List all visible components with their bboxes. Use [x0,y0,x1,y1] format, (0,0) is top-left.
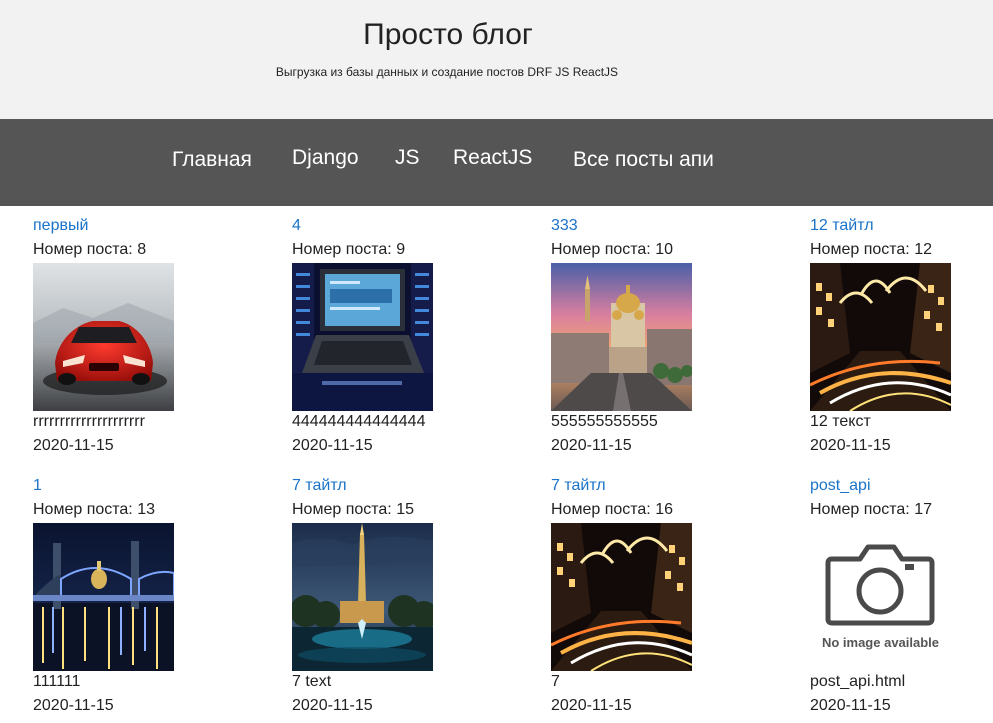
post-title-link[interactable]: 333 [551,217,578,235]
post-title-link[interactable]: 7 тайтл [551,477,606,495]
post-title-link[interactable]: 7 тайтл [292,477,347,495]
post-text: 555555555555 [551,413,658,430]
no-image-label: No image available [821,635,940,650]
post-date: 2020-11-15 [810,437,891,454]
nav-link-all-posts-api[interactable]: Все посты апи [573,148,714,172]
post-number: Номер поста: 8 [33,241,147,258]
nav-link-js[interactable]: JS [395,146,420,170]
post-text: 444444444444444 [292,413,426,430]
post-number: Номер поста: 15 [292,501,414,518]
site-subtitle: Выгрузка из базы данных и создание посто… [275,65,619,79]
main-navbar: Главная Django JS ReactJS Все посты апи [0,119,993,206]
post-title-link[interactable]: 4 [292,217,301,235]
post-date: 2020-11-15 [292,697,373,714]
post-date: 2020-11-15 [810,697,891,714]
post-title-link[interactable]: post_api [810,477,871,495]
post-text: post_api.html [810,673,906,690]
post-date: 2020-11-15 [33,437,114,454]
post-number: Номер поста: 16 [551,501,673,518]
post-image-red-sports-car [33,263,174,411]
post-number: Номер поста: 13 [33,501,155,518]
post-image-placeholder: No image available [810,523,951,671]
post-date: 2020-11-15 [551,437,632,454]
post-text: 7 text [292,673,332,690]
post-date: 2020-11-15 [551,697,632,714]
post-text: 111111 [33,673,81,690]
post-number: Номер поста: 17 [810,501,932,518]
post-date: 2020-11-15 [292,437,373,454]
nav-link-reactjs[interactable]: ReactJS [453,146,532,170]
post-image-night-bridge [33,523,174,671]
site-header: Просто блог Выгрузка из базы данных и со… [0,0,993,119]
post-number: Номер поста: 12 [810,241,932,258]
post-image-night-street-lights [551,523,692,671]
post-image-night-street-lights [810,263,951,411]
post-text: rrrrrrrrrrrrrrrrrrrrr [33,413,145,430]
post-image-spire-fountain-dusk [292,523,433,671]
post-title-link[interactable]: первый [33,217,88,235]
post-number: Номер поста: 10 [551,241,673,258]
nav-link-home[interactable]: Главная [172,148,252,172]
post-image-server-rack-laptop [292,263,433,411]
nav-link-django[interactable]: Django [292,146,359,170]
site-title: Просто блог [363,18,533,51]
post-date: 2020-11-15 [33,697,114,714]
post-title-link[interactable]: 1 [33,477,42,495]
post-text: 7 [551,673,560,690]
post-title-link[interactable]: 12 тайтл [810,217,874,235]
post-number: Номер поста: 9 [292,241,406,258]
post-image-city-cathedral-sunset [551,263,692,411]
post-text: 12 текст [810,413,871,430]
